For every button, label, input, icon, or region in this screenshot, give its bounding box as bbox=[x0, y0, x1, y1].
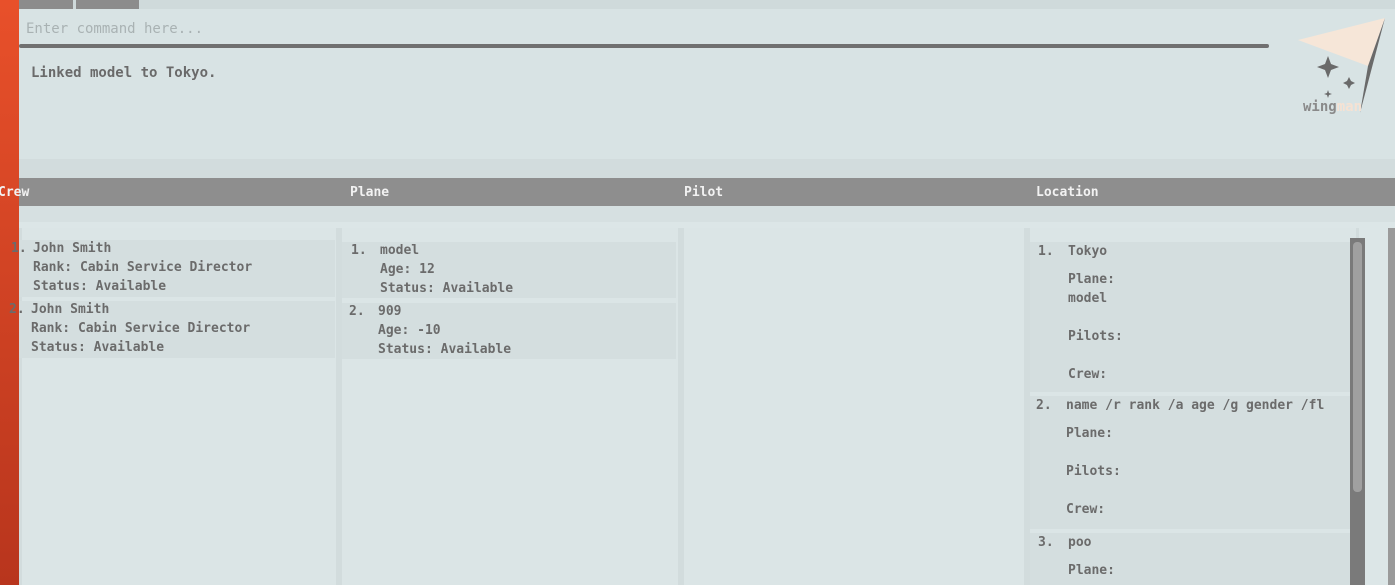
column-header-pilot: Pilot bbox=[684, 185, 724, 200]
crew-panel[interactable]: 1. John Smith Rank: Cabin Service Direct… bbox=[9, 228, 339, 585]
logo-text-man: man bbox=[1336, 99, 1363, 115]
location-card[interactable]: 2. name /r rank /a age /g gender /fl Pla… bbox=[1030, 396, 1350, 529]
location-card[interactable]: 3. poo Plane: bbox=[1030, 533, 1350, 585]
command-input[interactable] bbox=[24, 19, 1268, 39]
tab-bar bbox=[19, 0, 1395, 9]
location-index: 1. bbox=[1038, 244, 1054, 259]
plane-panel[interactable]: 1. model Age: 12 Status: Available 2. 90… bbox=[339, 228, 681, 585]
location-index: 3. bbox=[1038, 535, 1054, 550]
location-pilots-label: Pilots: bbox=[1066, 464, 1121, 479]
location-plane-value: model bbox=[1068, 291, 1108, 306]
location-crew-label: Crew: bbox=[1066, 502, 1106, 517]
location-plane-label: Plane: bbox=[1068, 563, 1115, 578]
location-pilots-label: Pilots: bbox=[1068, 329, 1123, 344]
plane-index: 1. bbox=[351, 243, 367, 258]
tab-stub-2[interactable] bbox=[76, 0, 139, 9]
location-card[interactable]: 1. Tokyo Plane: model Pilots: Crew: bbox=[1030, 242, 1350, 392]
location-scrollbar-thumb[interactable] bbox=[1353, 242, 1362, 492]
plane-card[interactable]: 2. 909 Age: -10 Status: Available bbox=[342, 303, 676, 359]
crew-status: Status: Available bbox=[33, 279, 167, 294]
location-name: Tokyo bbox=[1068, 244, 1108, 259]
header-spacer bbox=[19, 206, 1395, 222]
plane-age: Age: -10 bbox=[378, 323, 441, 338]
logo-text-wing: wing bbox=[1303, 99, 1337, 115]
plane-age: Age: 12 bbox=[380, 262, 435, 277]
location-name: poo bbox=[1068, 535, 1092, 550]
pilot-panel[interactable] bbox=[681, 228, 1027, 585]
right-edge-scrollbar[interactable] bbox=[1388, 228, 1395, 585]
plane-index: 2. bbox=[349, 304, 365, 319]
result-display: Linked model to Tokyo. bbox=[31, 65, 217, 81]
logo-text: wingman bbox=[1303, 99, 1362, 115]
crew-rank: Rank: Cabin Service Director bbox=[33, 260, 253, 275]
location-plane-label: Plane: bbox=[1068, 272, 1115, 287]
command-input-underline bbox=[19, 44, 1269, 48]
plane-status: Status: Available bbox=[378, 342, 512, 357]
tab-stub-1[interactable] bbox=[19, 0, 73, 9]
location-crew-label: Crew: bbox=[1068, 367, 1108, 382]
column-header-plane: Plane bbox=[350, 185, 390, 200]
plane-name: 909 bbox=[378, 304, 402, 319]
separator-band bbox=[19, 159, 1395, 178]
crew-index: 2. bbox=[9, 302, 25, 317]
plane-card[interactable]: 1. model Age: 12 Status: Available bbox=[342, 242, 676, 298]
location-index: 2. bbox=[1036, 398, 1052, 413]
crew-card[interactable]: 2. John Smith Rank: Cabin Service Direct… bbox=[9, 301, 335, 358]
location-name: name /r rank /a age /g gender /fl bbox=[1066, 398, 1325, 413]
plane-name: model bbox=[380, 243, 420, 258]
crew-name: John Smith bbox=[31, 302, 110, 317]
column-header-location: Location bbox=[1036, 185, 1099, 200]
column-header-crew: Crew bbox=[0, 185, 30, 200]
location-plane-label: Plane: bbox=[1066, 426, 1113, 441]
plane-status: Status: Available bbox=[380, 281, 514, 296]
crew-index: 1. bbox=[11, 241, 27, 256]
crew-card[interactable]: 1. John Smith Rank: Cabin Service Direct… bbox=[11, 240, 335, 297]
location-panel[interactable]: 1. Tokyo Plane: model Pilots: Crew: 2. n… bbox=[1027, 228, 1359, 585]
left-accent-strip bbox=[0, 0, 19, 585]
crew-rank: Rank: Cabin Service Director bbox=[31, 321, 251, 336]
crew-name: John Smith bbox=[33, 241, 112, 256]
crew-status: Status: Available bbox=[31, 340, 165, 355]
